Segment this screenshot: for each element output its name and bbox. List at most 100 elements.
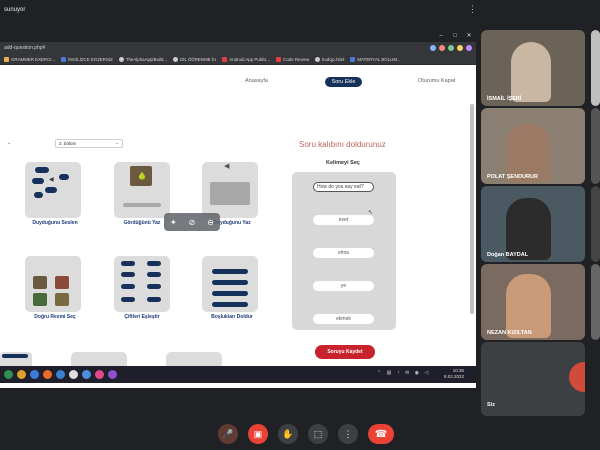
- app-icon[interactable]: [43, 370, 52, 379]
- app-icon[interactable]: [108, 370, 117, 379]
- app-icon[interactable]: [69, 370, 78, 379]
- bookmarks-bar: GRAMMER EXERCI... İNGİLİZCE EGZERSİZ The…: [0, 54, 476, 65]
- word-pill: [121, 284, 135, 289]
- participant-name: Doğan BAYDAL: [487, 252, 529, 258]
- card-listen-write[interactable]: ◀: [202, 162, 258, 218]
- close-icon[interactable]: ✕: [466, 33, 472, 39]
- word-pill: [147, 297, 161, 302]
- card-pick-image[interactable]: [25, 256, 81, 312]
- option-input[interactable]: ye: [313, 281, 374, 291]
- bookmark[interactable]: GRAMMER EXERCI...: [4, 56, 55, 62]
- participant-name: NEZAN KIZILTAN: [487, 330, 532, 336]
- participant-video: [506, 198, 551, 260]
- bookmark[interactable]: Android App Publis...: [222, 56, 270, 62]
- app-icon[interactable]: [95, 370, 104, 379]
- image-option: [33, 276, 47, 289]
- end-call-icon[interactable]: ☎: [368, 424, 394, 444]
- app-icon[interactable]: [30, 370, 39, 379]
- bookmark[interactable]: Code Review: [276, 56, 309, 62]
- raise-hand-icon[interactable]: ✋: [278, 424, 298, 444]
- system-tray[interactable]: ⌃ ▤ ◔ ✉ ◉ ◁: [377, 370, 430, 376]
- card-see-write[interactable]: 🍐: [114, 162, 170, 218]
- url-text[interactable]: add-question.php#: [4, 45, 427, 51]
- extension-icon[interactable]: [430, 45, 436, 51]
- clock[interactable]: 10:36 8.02.2022: [444, 368, 464, 380]
- extension-icon[interactable]: [457, 45, 463, 51]
- extension-icon[interactable]: [439, 45, 445, 51]
- option-input[interactable]: ekmek: [313, 314, 374, 324]
- word-pill: [212, 291, 248, 296]
- pin-icon[interactable]: ✦: [170, 218, 177, 227]
- vscode-icon[interactable]: [56, 370, 65, 379]
- participant-tile-partial[interactable]: [591, 264, 600, 340]
- bookmark[interactable]: İNGİLİZCE EGZERSİZ: [61, 56, 113, 62]
- participant-tile-partial[interactable]: [591, 108, 600, 184]
- microphone-icon[interactable]: 🎤: [218, 424, 238, 444]
- bookmark-icon: [350, 56, 356, 62]
- participant-name: POLAT ŞENDURUR: [487, 174, 538, 180]
- participant-tile[interactable]: Doğan BAYDAL: [481, 186, 585, 262]
- card-listen-speak[interactable]: ◀: [25, 162, 81, 218]
- chevron-down-icon[interactable]: ⌄: [7, 140, 11, 146]
- os-taskbar: ⌃ ▤ ◔ ✉ ◉ ◁ 10:36 8.02.2022: [0, 366, 476, 383]
- participant-tile-partial[interactable]: [591, 30, 600, 106]
- participant-tile-partial[interactable]: [591, 186, 600, 262]
- camera-off-icon[interactable]: ▣: [248, 424, 268, 444]
- web-app: Anasayfa Soru Ekle Oturumu Kapat: [0, 65, 476, 371]
- self-avatar: [569, 362, 585, 392]
- present-icon[interactable]: ⬚: [308, 424, 328, 444]
- participant-video: [511, 42, 551, 102]
- github-icon: [315, 56, 321, 62]
- option-input[interactable]: elma: [313, 248, 374, 258]
- word-pill: [212, 269, 248, 274]
- page-scrollbar[interactable]: [470, 104, 474, 314]
- card-fill-blanks[interactable]: [202, 256, 258, 312]
- word-pill: [147, 261, 161, 266]
- unit-select[interactable]: 2. bölüm ⌄: [55, 139, 123, 148]
- save-question-button[interactable]: Soruyu Kaydet: [315, 345, 375, 359]
- app-icon[interactable]: [4, 370, 13, 379]
- bookmark[interactable]: MATERYAL BOLUM...: [350, 56, 401, 62]
- participant-tile[interactable]: İSMAİL İŞERİ: [481, 30, 585, 106]
- self-tile[interactable]: Siz: [481, 342, 585, 416]
- maximize-icon[interactable]: □: [452, 33, 458, 39]
- answer-line: [123, 203, 161, 207]
- mute-icon[interactable]: ⊘: [189, 218, 196, 227]
- more-dots-icon[interactable]: ⋮: [468, 4, 477, 15]
- nav-logout-link[interactable]: Oturumu Kapat: [418, 78, 455, 84]
- cursor-icon: ↖: [368, 210, 374, 216]
- participant-tile[interactable]: NEZAN KIZILTAN: [481, 264, 585, 340]
- bookmark[interactable]: kodcjp.html: [315, 56, 344, 62]
- word-pill: [35, 167, 49, 173]
- participant-tile[interactable]: POLAT ŞENDURUR: [481, 108, 585, 184]
- profile-avatar[interactable]: [466, 45, 472, 51]
- minimize-icon[interactable]: –: [438, 33, 444, 39]
- app-navbar: Anasayfa Soru Ekle Oturumu Kapat: [0, 76, 476, 88]
- github-icon: [118, 56, 124, 62]
- nav-add-question-button[interactable]: Soru Ekle: [325, 77, 362, 87]
- question-input[interactable]: How do you say eat?: [313, 182, 374, 192]
- word-pill: [45, 187, 57, 193]
- youtube-icon: [276, 56, 282, 62]
- card-match-pairs[interactable]: [114, 256, 170, 312]
- more-options-icon[interactable]: ⋮: [338, 424, 358, 444]
- bookmark[interactable]: TheAlphaApp/Build...: [118, 56, 167, 62]
- bookmark[interactable]: DİL ÖĞRENME İU: [173, 56, 216, 62]
- participant-name: İSMAİL İŞERİ: [487, 96, 522, 102]
- extension-icon[interactable]: [448, 45, 454, 51]
- card-label: Duyduğunu Seslen: [32, 220, 78, 226]
- speaker-icon: ◀: [224, 163, 230, 170]
- chevron-down-icon: ⌄: [114, 140, 119, 146]
- address-bar[interactable]: add-question.php#: [0, 42, 476, 54]
- app-icon[interactable]: [17, 370, 26, 379]
- screen-share-toolbar[interactable]: ✦ ⊘ ⊖: [164, 213, 220, 231]
- image-option: [55, 293, 69, 306]
- chrome-icon[interactable]: [82, 370, 91, 379]
- remove-icon[interactable]: ⊖: [207, 218, 214, 227]
- card-label: Boşlukları Doldur: [211, 314, 253, 320]
- nav-home-link[interactable]: Anasayfa: [245, 78, 268, 84]
- word-pill: [147, 284, 161, 289]
- image-option: [55, 276, 69, 289]
- bookmark-icon: [61, 56, 67, 62]
- option-input[interactable]: evet: [313, 215, 374, 225]
